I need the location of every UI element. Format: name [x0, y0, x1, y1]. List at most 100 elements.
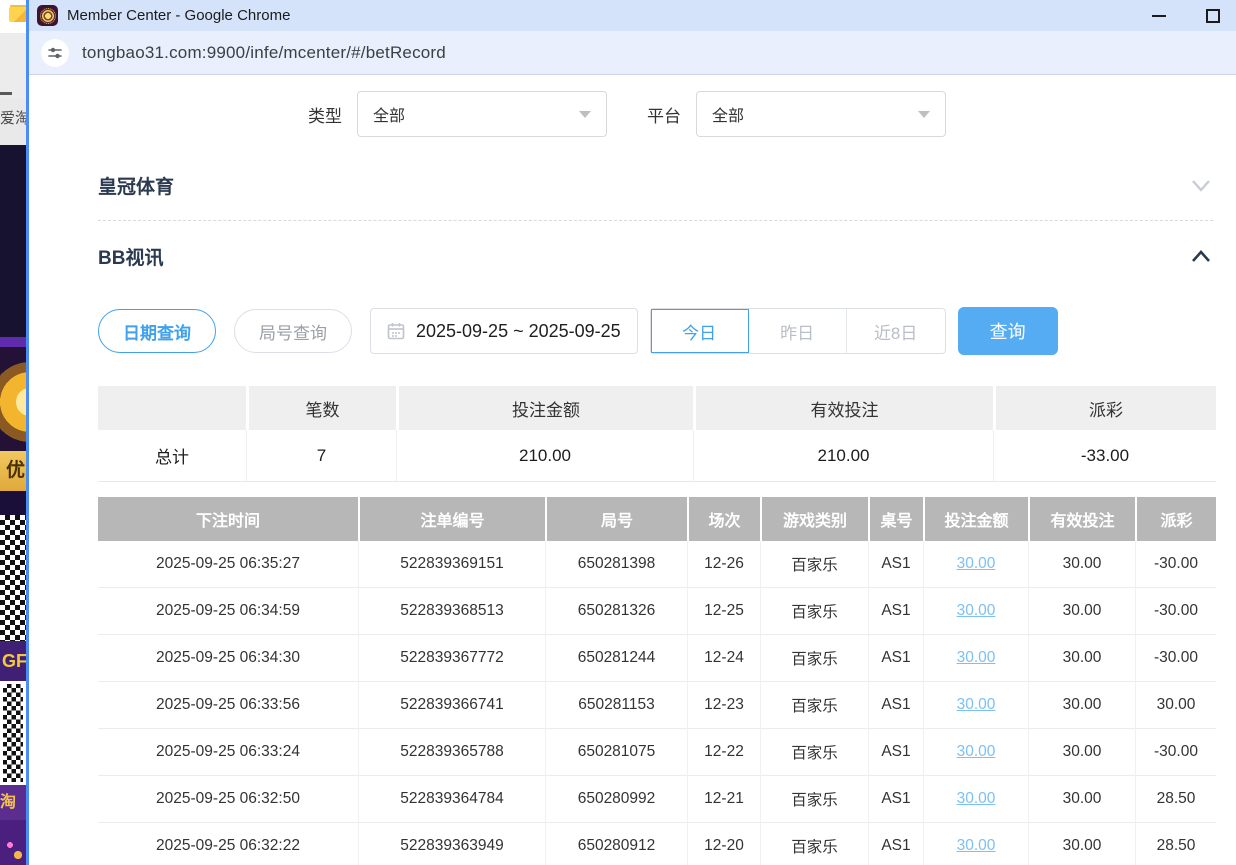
valid-bet-cell: 30.00 — [1028, 635, 1135, 682]
summary-header-bet-amount: 投注金额 — [396, 386, 693, 430]
background-dark-gap — [0, 491, 26, 515]
summary-count-value: 7 — [246, 430, 396, 482]
background-gray-area — [0, 33, 26, 99]
today-button[interactable]: 今日 — [651, 309, 749, 353]
section-crown-sports[interactable]: 皇冠体育 — [98, 151, 1213, 221]
bet-table-header-row: 下注时间注单编号局号场次游戏类别桌号投注金额有效投注派彩 — [98, 497, 1216, 541]
bet-amount-cell: 30.00 — [923, 682, 1028, 729]
session-cell: 12-23 — [687, 682, 760, 729]
column-header-bet-amount-cell: 投注金额 — [923, 497, 1028, 541]
table-row: 2025-09-25 06:32:22522839363949650280912… — [98, 823, 1216, 865]
background-gf-label: GF — [0, 641, 26, 681]
payout-cell: 28.50 — [1135, 776, 1216, 823]
bet-id-cell: 522839363949 — [358, 823, 545, 865]
mascot-graphic — [0, 820, 26, 865]
bet-time-cell: 2025-09-25 06:35:27 — [98, 541, 358, 588]
date-range-picker[interactable]: 2025-09-25 ~ 2025-09-25 — [370, 308, 638, 354]
bb-video-title: BB视讯 — [98, 243, 163, 270]
bet-records-table: 下注时间注单编号局号场次游戏类别桌号投注金额有效投注派彩 2025-09-25 … — [98, 497, 1216, 865]
bet-amount-cell: 30.00 — [923, 729, 1028, 776]
window-controls — [1152, 9, 1236, 23]
column-header-bet-time-cell: 下注时间 — [98, 497, 358, 541]
round-id-cell: 650280992 — [545, 776, 687, 823]
window-titlebar: Member Center - Google Chrome — [29, 0, 1236, 31]
session-cell: 12-24 — [687, 635, 760, 682]
bet-id-cell: 522839367772 — [358, 635, 545, 682]
bet-amount-link[interactable]: 30.00 — [957, 649, 996, 666]
chevron-up-icon[interactable] — [1189, 248, 1213, 264]
table-row: 2025-09-25 06:35:27522839369151650281398… — [98, 541, 1216, 588]
payout-cell: -30.00 — [1135, 635, 1216, 682]
session-cell: 12-26 — [687, 541, 760, 588]
summary-table: 笔数 投注金额 有效投注 派彩 总计 7 210.00 210.00 -33.0… — [98, 386, 1216, 482]
table-no-cell: AS1 — [868, 588, 923, 635]
bet-amount-link[interactable]: 30.00 — [957, 837, 996, 854]
bet-id-cell: 522839364784 — [358, 776, 545, 823]
type-label: 类型 — [308, 102, 342, 127]
round-id-cell: 650281326 — [545, 588, 687, 635]
payout-cell: 28.50 — [1135, 823, 1216, 865]
payout-cell: -30.00 — [1135, 729, 1216, 776]
bet-amount-link[interactable]: 30.00 — [957, 696, 996, 713]
valid-bet-cell: 30.00 — [1028, 823, 1135, 865]
query-button[interactable]: 查询 — [958, 307, 1058, 355]
round-id-cell: 650280912 — [545, 823, 687, 865]
url-text[interactable]: tongbao31.com:9900/infe/mcenter/#/betRec… — [82, 43, 446, 63]
background-window-strip: 爱淘 优 GF 淘宝 — [0, 0, 26, 865]
bet-time-cell: 2025-09-25 06:32:22 — [98, 823, 358, 865]
table-no-cell: AS1 — [868, 541, 923, 588]
table-no-cell: AS1 — [868, 729, 923, 776]
folder-icon — [9, 7, 26, 22]
valid-bet-cell: 30.00 — [1028, 541, 1135, 588]
valid-bet-cell: 30.00 — [1028, 729, 1135, 776]
round-id-cell: 650281398 — [545, 541, 687, 588]
site-settings-icon[interactable] — [41, 39, 69, 67]
bet-table-body: 2025-09-25 06:35:27522839369151650281398… — [98, 541, 1216, 865]
summary-total-row: 总计 7 210.00 210.00 -33.00 — [98, 430, 1216, 482]
background-taobao-label: 淘宝 — [0, 785, 26, 820]
platform-select[interactable]: 全部 — [696, 91, 946, 137]
date-range-text: 2025-09-25 ~ 2025-09-25 — [416, 321, 621, 342]
game-type-cell: 百家乐 — [760, 729, 868, 776]
last8days-button[interactable]: 近8日 — [847, 309, 945, 353]
bet-amount-link[interactable]: 30.00 — [957, 790, 996, 807]
summary-valid-bet-value: 210.00 — [693, 430, 993, 482]
chevron-down-icon[interactable] — [1189, 178, 1213, 194]
table-row: 2025-09-25 06:33:56522839366741650281153… — [98, 682, 1216, 729]
summary-header-payout: 派彩 — [993, 386, 1216, 430]
session-cell: 12-20 — [687, 823, 760, 865]
table-no-cell: AS1 — [868, 682, 923, 729]
bet-amount-link[interactable]: 30.00 — [957, 743, 996, 760]
game-type-cell: 百家乐 — [760, 635, 868, 682]
qr-code-bottom — [0, 681, 26, 785]
bet-amount-link[interactable]: 30.00 — [957, 602, 996, 619]
calendar-icon — [387, 322, 405, 340]
platform-select-value: 全部 — [712, 102, 744, 126]
minimize-icon[interactable] — [1152, 15, 1166, 17]
section-bb-video[interactable]: BB视讯 — [98, 221, 1213, 291]
bet-time-cell: 2025-09-25 06:32:50 — [98, 776, 358, 823]
background-aitao-label: 爱淘 — [0, 99, 26, 145]
yesterday-button[interactable]: 昨日 — [749, 309, 847, 353]
round-query-button[interactable]: 局号查询 — [234, 309, 352, 353]
table-row: 2025-09-25 06:34:30522839367772650281244… — [98, 635, 1216, 682]
table-row: 2025-09-25 06:33:24522839365788650281075… — [98, 729, 1216, 776]
maximize-icon[interactable] — [1206, 9, 1220, 23]
column-header-bet-id-cell: 注单编号 — [358, 497, 545, 541]
page-content: 类型 全部 平台 全部 皇冠体育 BB视讯 日期查询 局号 — [29, 75, 1236, 865]
background-top — [0, 0, 26, 33]
column-header-round-id-cell: 局号 — [545, 497, 687, 541]
qr-code-top — [0, 515, 26, 641]
summary-header-blank — [98, 386, 246, 430]
date-query-button[interactable]: 日期查询 — [98, 309, 216, 353]
caret-down-icon — [579, 111, 591, 118]
type-select[interactable]: 全部 — [357, 91, 607, 137]
quick-date-group: 今日 昨日 近8日 — [650, 308, 946, 354]
address-bar: tongbao31.com:9900/infe/mcenter/#/betRec… — [29, 31, 1236, 75]
round-id-cell: 650281244 — [545, 635, 687, 682]
bet-amount-link[interactable]: 30.00 — [957, 555, 996, 572]
column-header-game-type-cell: 游戏类别 — [760, 497, 868, 541]
game-type-cell: 百家乐 — [760, 541, 868, 588]
bet-amount-cell: 30.00 — [923, 635, 1028, 682]
summary-total-label: 总计 — [98, 430, 246, 482]
